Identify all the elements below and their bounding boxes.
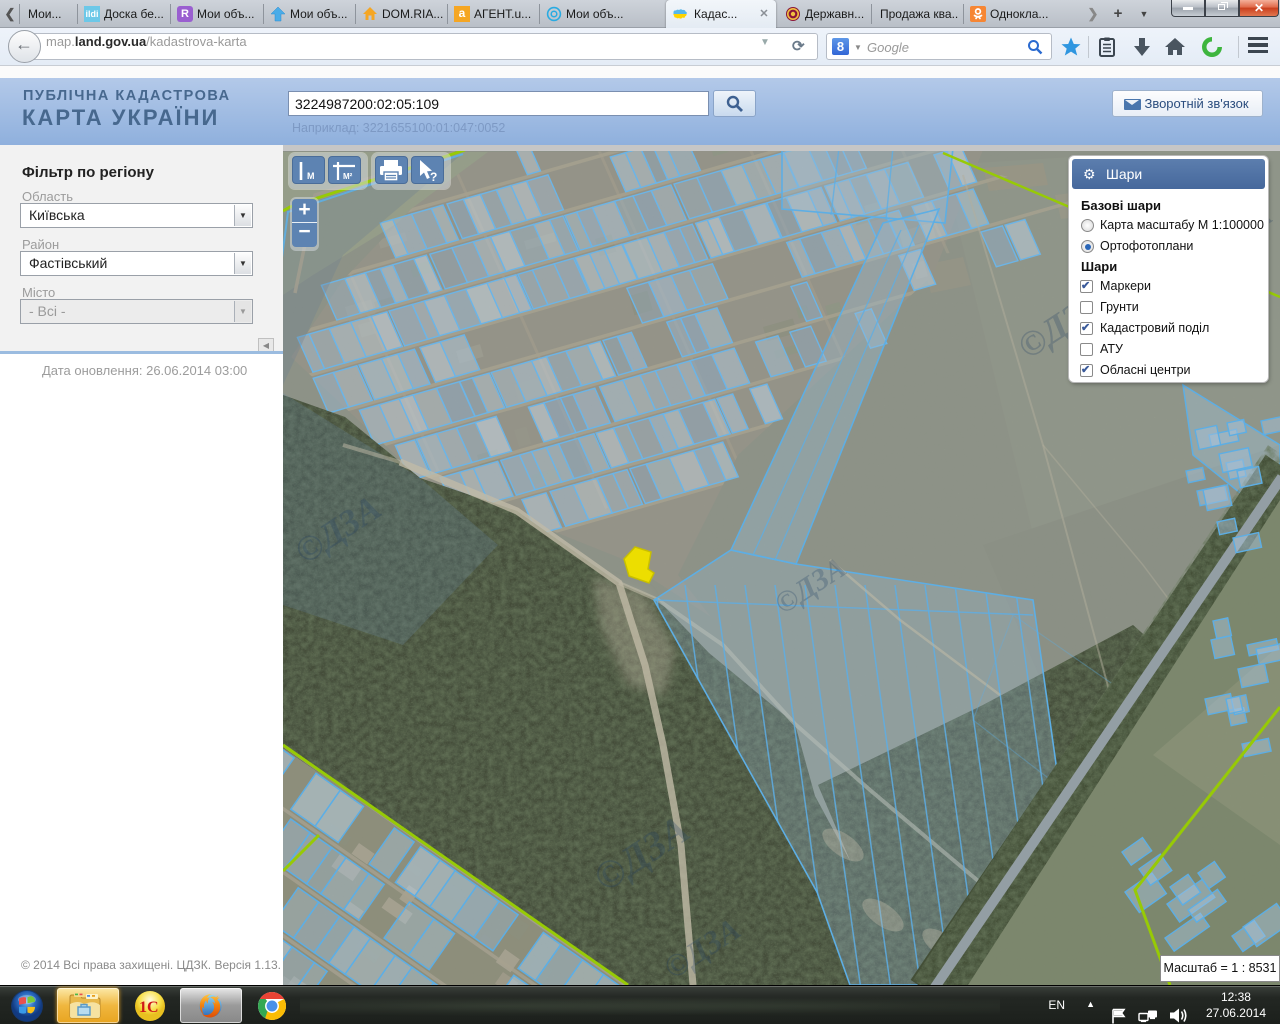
svg-text:1С: 1С xyxy=(139,999,159,1016)
svg-text:М: М xyxy=(307,171,315,181)
svg-text:М²: М² xyxy=(343,172,353,181)
svg-text:?: ? xyxy=(430,170,437,184)
